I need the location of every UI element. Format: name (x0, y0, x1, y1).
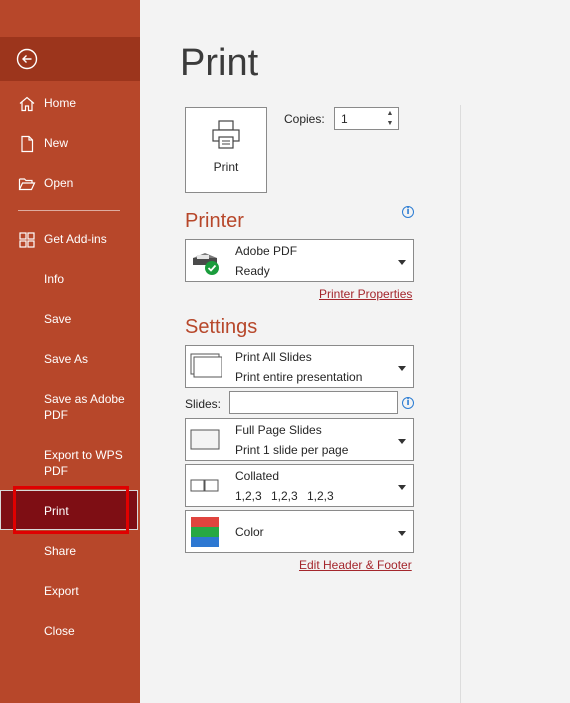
layout-dropdown[interactable]: Full Page Slides Print 1 slide per page (185, 418, 414, 461)
collate-pages-2: 1,2,3 (271, 489, 298, 503)
sidebar-item-label: Export (44, 584, 79, 598)
collate-dropdown[interactable]: Collated 1,2,3 1,2,3 1,2,3 (185, 464, 414, 507)
print-button[interactable]: Print (185, 107, 267, 193)
chevron-down-icon (398, 485, 406, 490)
backstage-sidebar: Home New Open Get Add-ins Info Save Save… (0, 0, 140, 703)
sidebar-item-label: Close (44, 624, 75, 638)
print-range-dropdown[interactable]: Print All Slides Print entire presentati… (185, 345, 414, 388)
sidebar-item-label: Export to WPS PDF (44, 448, 123, 478)
chevron-down-icon (398, 531, 406, 536)
sidebar-item-label: Save (44, 312, 72, 326)
info-icon[interactable]: i (402, 397, 414, 409)
chevron-down-icon (398, 366, 406, 371)
collate-title: Collated (235, 469, 280, 483)
back-arrow-icon[interactable] (16, 48, 38, 70)
printer-status: Ready (235, 264, 270, 278)
sidebar-item-label: Save as Adobe PDF (44, 392, 125, 422)
slides-input[interactable] (229, 391, 398, 414)
edit-header-footer-link[interactable]: Edit Header & Footer (299, 558, 412, 572)
printer-icon (212, 120, 240, 149)
sidebar-item-label: New (44, 136, 69, 150)
print-button-label: Print (213, 160, 239, 174)
chevron-down-icon[interactable]: ▼ (384, 119, 396, 129)
chevron-up-icon[interactable]: ▲ (384, 109, 396, 119)
add-ins-grid-icon (18, 231, 36, 249)
layout-title: Full Page Slides (235, 423, 322, 437)
preview-pane-divider (460, 105, 461, 703)
copies-value: 1 (341, 112, 348, 126)
sidebar-divider (18, 210, 120, 211)
settings-heading: Settings (185, 316, 258, 338)
all-slides-icon (190, 353, 222, 378)
collate-pages-1: 1,2,3 (235, 489, 262, 503)
sidebar-item-label: Info (44, 272, 65, 286)
layout-description: Print 1 slide per page (235, 443, 349, 457)
color-dropdown[interactable]: Color (185, 510, 414, 553)
chevron-down-icon (398, 439, 406, 444)
new-document-icon (18, 135, 36, 153)
printer-ready-icon (193, 253, 219, 275)
annotation-highlight-box (13, 486, 129, 534)
chevron-down-icon (398, 260, 406, 265)
open-folder-icon (18, 175, 36, 193)
printer-dropdown[interactable]: Adobe PDF Ready (185, 239, 414, 282)
copies-label: Copies: (284, 112, 325, 126)
home-icon (18, 95, 36, 113)
collated-icon (190, 479, 219, 492)
copies-stepper[interactable]: 1 ▲ ▼ (334, 107, 399, 130)
slides-label: Slides: (185, 397, 222, 411)
sidebar-item-label: Save As (44, 352, 89, 366)
sidebar-item-label: Share (44, 544, 77, 558)
sidebar-item-label: Open (44, 176, 74, 190)
page-title: Print (180, 42, 259, 84)
info-icon[interactable]: i (402, 206, 414, 218)
sidebar-item-label: Get Add-ins (44, 232, 107, 246)
full-page-slide-icon (190, 429, 220, 450)
printer-name: Adobe PDF (235, 244, 298, 258)
color-swatch-icon (191, 517, 219, 547)
collate-pages-3: 1,2,3 (307, 489, 334, 503)
printer-properties-link[interactable]: Printer Properties (319, 287, 412, 301)
print-range-description: Print entire presentation (235, 370, 363, 384)
print-range-title: Print All Slides (235, 350, 312, 364)
color-title: Color (235, 525, 264, 539)
sidebar-item-label: Home (44, 96, 77, 110)
printer-heading: Printer (185, 210, 244, 232)
